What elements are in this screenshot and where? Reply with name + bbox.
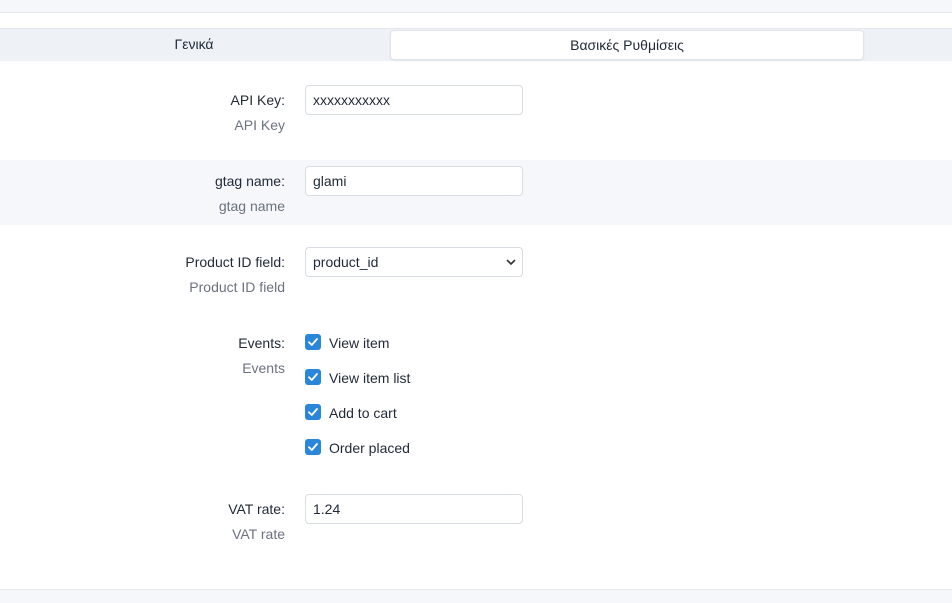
event-label: Order placed	[329, 440, 410, 456]
vat-rate-label: VAT rate:	[228, 501, 285, 517]
tab-general[interactable]: Γενικά	[0, 29, 388, 60]
api-key-input[interactable]	[305, 85, 523, 115]
top-strip	[0, 0, 952, 13]
tab-bar: Γενικά Βασικές Ρυθμίσεις	[0, 28, 952, 61]
checkbox-checked-icon[interactable]	[305, 369, 321, 385]
event-label: View item list	[329, 370, 411, 386]
api-key-label: API Key:	[230, 92, 285, 108]
gtag-name-label: gtag name:	[214, 173, 285, 189]
vat-rate-input[interactable]	[305, 494, 523, 524]
product-id-selected-value: product_id	[313, 254, 379, 270]
product-id-help: Product ID field	[189, 279, 285, 295]
api-key-help: API Key	[234, 117, 285, 133]
checkbox-checked-icon[interactable]	[305, 404, 321, 420]
events-label: Events:	[238, 335, 285, 351]
tab-basic-settings[interactable]: Βασικές Ρυθμίσεις	[390, 30, 864, 60]
api-key-row: API Key: API Key	[0, 60, 952, 160]
product-id-label: Product ID field:	[185, 254, 285, 270]
vat-rate-row: VAT rate: VAT rate	[0, 475, 952, 589]
checkbox-checked-icon[interactable]	[305, 439, 321, 455]
gtag-name-row: gtag name: gtag name	[0, 160, 952, 225]
product-id-select[interactable]: product_id	[305, 247, 523, 277]
chevron-down-icon	[506, 259, 516, 265]
bottom-strip	[0, 589, 952, 603]
gtag-name-help: gtag name	[218, 198, 285, 214]
gtag-name-input[interactable]	[305, 166, 523, 196]
event-label: View item	[329, 335, 390, 351]
product-id-row: Product ID field: Product ID field produ…	[0, 225, 952, 305]
vat-rate-help: VAT rate	[232, 526, 285, 542]
events-row: Events: Events View item View item list …	[0, 305, 952, 475]
event-label: Add to cart	[329, 405, 397, 421]
checkbox-checked-icon[interactable]	[305, 334, 321, 350]
events-help: Events	[242, 360, 285, 376]
